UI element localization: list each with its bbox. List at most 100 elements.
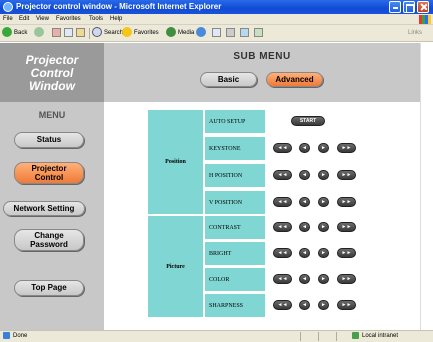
favorites-button[interactable]: Favorites xyxy=(122,27,159,40)
auto-setup-start-button[interactable]: START xyxy=(291,116,325,126)
menu-file[interactable]: File xyxy=(3,14,13,25)
sidebar-item-network-setting[interactable]: Network Setting xyxy=(3,201,85,216)
change-password-line-2: Password xyxy=(30,240,68,249)
menu-view[interactable]: View xyxy=(36,14,49,25)
search-button[interactable]: Search xyxy=(92,27,123,40)
favorites-label: Favorites xyxy=(134,30,159,36)
history-button[interactable] xyxy=(196,27,208,40)
h-position-left-button[interactable]: ◄ xyxy=(299,170,310,180)
page-icon xyxy=(3,331,10,339)
sidebar-item-status[interactable]: Status xyxy=(14,132,84,148)
item-auto-setup: AUTO SETUP xyxy=(205,110,265,133)
sidebar-item-change-password[interactable]: Change Password xyxy=(14,229,84,251)
bright-fast-right-button[interactable]: ►► xyxy=(337,248,356,258)
contrast-fast-left-button[interactable]: ◄◄ xyxy=(273,222,292,232)
print-button[interactable] xyxy=(226,27,235,40)
contrast-fast-right-button[interactable]: ►► xyxy=(337,222,356,232)
color-fast-right-button[interactable]: ►► xyxy=(337,274,356,284)
back-arrow-icon xyxy=(2,27,12,38)
window-title: Projector control window - Microsoft Int… xyxy=(16,2,222,11)
stop-button[interactable] xyxy=(52,27,61,40)
menu-edit[interactable]: Edit xyxy=(19,14,29,25)
stop-icon xyxy=(52,27,61,37)
maximize-button[interactable] xyxy=(403,1,415,13)
search-label: Search xyxy=(104,30,124,36)
windows-logo-icon xyxy=(419,15,431,24)
item-color: COLOR xyxy=(205,268,265,291)
color-right-button[interactable]: ► xyxy=(318,274,329,284)
submenu-title: SUB MENU xyxy=(233,51,291,62)
category-position: Position xyxy=(148,110,203,214)
logo-line-3: Window xyxy=(29,79,75,93)
home-button[interactable] xyxy=(76,27,85,40)
browser-toolbar: Back Search Favorites Media Links xyxy=(0,25,433,42)
menu-bar: File Edit View Favorites Tools Help xyxy=(0,14,433,25)
minimize-button[interactable] xyxy=(389,1,401,13)
ie-icon xyxy=(3,2,13,12)
item-h-position: H POSITION xyxy=(205,164,265,187)
item-v-position: V POSITION xyxy=(205,191,265,214)
media-button[interactable]: Media xyxy=(166,27,194,40)
search-icon xyxy=(92,27,102,38)
basic-button[interactable]: Basic xyxy=(200,72,257,87)
star-icon xyxy=(122,27,132,38)
menu-tools[interactable]: Tools xyxy=(89,14,103,25)
menu-heading: MENU xyxy=(38,110,66,120)
v-position-fast-left-button[interactable]: ◄◄ xyxy=(273,197,292,207)
h-position-fast-right-button[interactable]: ►► xyxy=(337,170,356,180)
media-label: Media xyxy=(178,30,195,36)
h-position-fast-left-button[interactable]: ◄◄ xyxy=(273,170,292,180)
close-button[interactable] xyxy=(417,1,429,13)
change-password-line-1: Change xyxy=(34,231,64,240)
toolbar-separator xyxy=(89,28,90,39)
v-position-fast-right-button[interactable]: ►► xyxy=(337,197,356,207)
submenu-panel: SUB MENU Basic Advanced xyxy=(104,43,420,102)
category-picture: Picture xyxy=(148,216,203,317)
bright-right-button[interactable]: ► xyxy=(318,248,329,258)
status-zone: Local intranet xyxy=(352,331,398,342)
sharpness-left-button[interactable]: ◄ xyxy=(299,300,310,310)
links-button[interactable]: Links xyxy=(408,27,422,40)
bright-left-button[interactable]: ◄ xyxy=(299,248,310,258)
messenger-button[interactable] xyxy=(254,27,263,40)
contrast-left-button[interactable]: ◄ xyxy=(299,222,310,232)
v-position-left-button[interactable]: ◄ xyxy=(299,197,310,207)
page-content: Projector Control Window SUB MENU Basic … xyxy=(0,43,433,330)
v-position-right-button[interactable]: ► xyxy=(318,197,329,207)
sharpness-fast-right-button[interactable]: ►► xyxy=(337,300,356,310)
print-icon xyxy=(226,27,235,37)
messenger-icon xyxy=(254,27,263,37)
item-sharpness: SHARPNESS xyxy=(205,294,265,317)
menu-favorites[interactable]: Favorites xyxy=(56,14,81,25)
color-fast-left-button[interactable]: ◄◄ xyxy=(273,274,292,284)
keystone-fast-left-button[interactable]: ◄◄ xyxy=(273,143,292,153)
mail-button[interactable] xyxy=(212,27,221,40)
control-grid: Position Picture AUTO SETUP KEYSTONE H P… xyxy=(148,110,366,317)
sharpness-fast-left-button[interactable]: ◄◄ xyxy=(273,300,292,310)
sidebar-item-top-page[interactable]: Top Page xyxy=(14,280,84,296)
h-position-right-button[interactable]: ► xyxy=(318,170,329,180)
sharpness-right-button[interactable]: ► xyxy=(318,300,329,310)
color-left-button[interactable]: ◄ xyxy=(299,274,310,284)
forward-button[interactable] xyxy=(34,27,46,40)
menu-help[interactable]: Help xyxy=(110,14,122,25)
bright-fast-left-button[interactable]: ◄◄ xyxy=(273,248,292,258)
sidebar-menu: MENU Status Projector Control Network Se… xyxy=(0,102,104,330)
refresh-button[interactable] xyxy=(64,27,73,40)
edit-button[interactable] xyxy=(240,27,249,40)
status-zone-label: Local intranet xyxy=(362,333,399,339)
back-button[interactable]: Back xyxy=(2,27,27,40)
advanced-button[interactable]: Advanced xyxy=(266,72,323,87)
status-divider xyxy=(336,332,337,341)
status-bar: Done Local intranet xyxy=(0,330,433,342)
history-icon xyxy=(196,27,206,38)
home-icon xyxy=(76,27,85,37)
keystone-right-button[interactable]: ► xyxy=(318,143,329,153)
forward-arrow-icon xyxy=(34,27,44,38)
keystone-left-button[interactable]: ◄ xyxy=(299,143,310,153)
projector-control-line-2: Control xyxy=(34,173,64,182)
refresh-icon xyxy=(64,27,73,37)
contrast-right-button[interactable]: ► xyxy=(318,222,329,232)
keystone-fast-right-button[interactable]: ►► xyxy=(337,143,356,153)
sidebar-item-projector-control[interactable]: Projector Control xyxy=(14,162,84,184)
